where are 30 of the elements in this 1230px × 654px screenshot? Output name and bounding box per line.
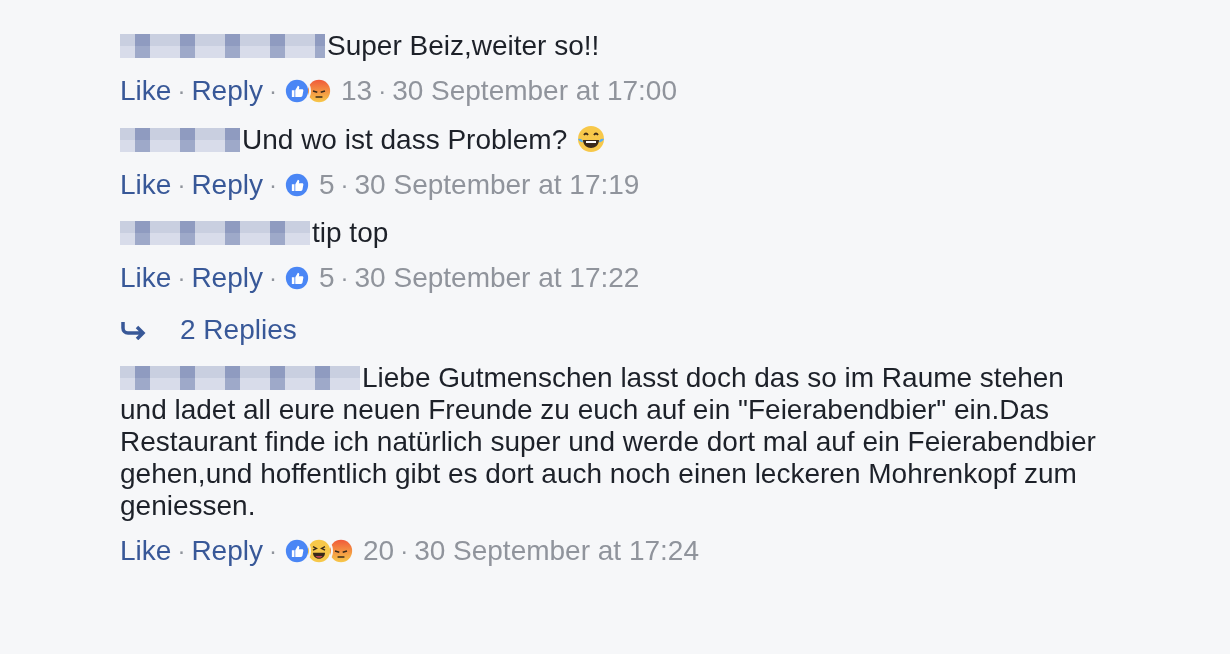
- separator-dot: ·: [267, 263, 278, 293]
- reply-link[interactable]: Reply: [191, 262, 263, 294]
- reply-link[interactable]: Reply: [191, 75, 263, 107]
- separator-dot: ·: [267, 76, 278, 106]
- like-link[interactable]: Like: [120, 75, 172, 107]
- replies-link[interactable]: 2 Replies: [180, 314, 297, 346]
- reply-link[interactable]: Reply: [191, 169, 263, 201]
- comment-text: Liebe Gutmenschen lasst doch das so im Raume stehen: [362, 362, 1064, 393]
- reply-link[interactable]: Reply: [191, 535, 263, 567]
- like-link[interactable]: Like: [120, 535, 172, 567]
- like-link[interactable]: Like: [120, 169, 172, 201]
- separator-dot: ·: [267, 170, 278, 200]
- like-icon: [282, 537, 311, 565]
- like-icon: [282, 264, 311, 292]
- separator-dot: ·: [399, 536, 410, 566]
- comment-text: Super Beiz,weiter so!!: [327, 30, 600, 61]
- comment-text: und ladet all eure neuen Freunde zu euch auf ein "Feierabendbier" ein.Das Restaurant finde ich natürlich super und werde dort mal auf ein Feierabendbier gehen,und hoffentlich gibt es dort auch noch einen leckeren Mohrenkopf zum geniessen.: [120, 394, 1097, 522]
- like-link[interactable]: Like: [120, 262, 172, 294]
- like-icon: [282, 77, 311, 105]
- separator-dot: ·: [377, 76, 388, 106]
- separator-dot: ·: [339, 170, 350, 200]
- separator-dot: ·: [176, 170, 187, 200]
- separator-dot: ·: [176, 263, 187, 293]
- comment-text: Und wo ist dass Problem?: [242, 124, 568, 155]
- separator-dot: ·: [339, 263, 350, 293]
- separator-dot: ·: [176, 76, 187, 106]
- separator-dot: ·: [176, 536, 187, 566]
- comment-text: tip top: [312, 217, 389, 248]
- separator-dot: ·: [267, 536, 278, 566]
- like-icon: [282, 171, 311, 199]
